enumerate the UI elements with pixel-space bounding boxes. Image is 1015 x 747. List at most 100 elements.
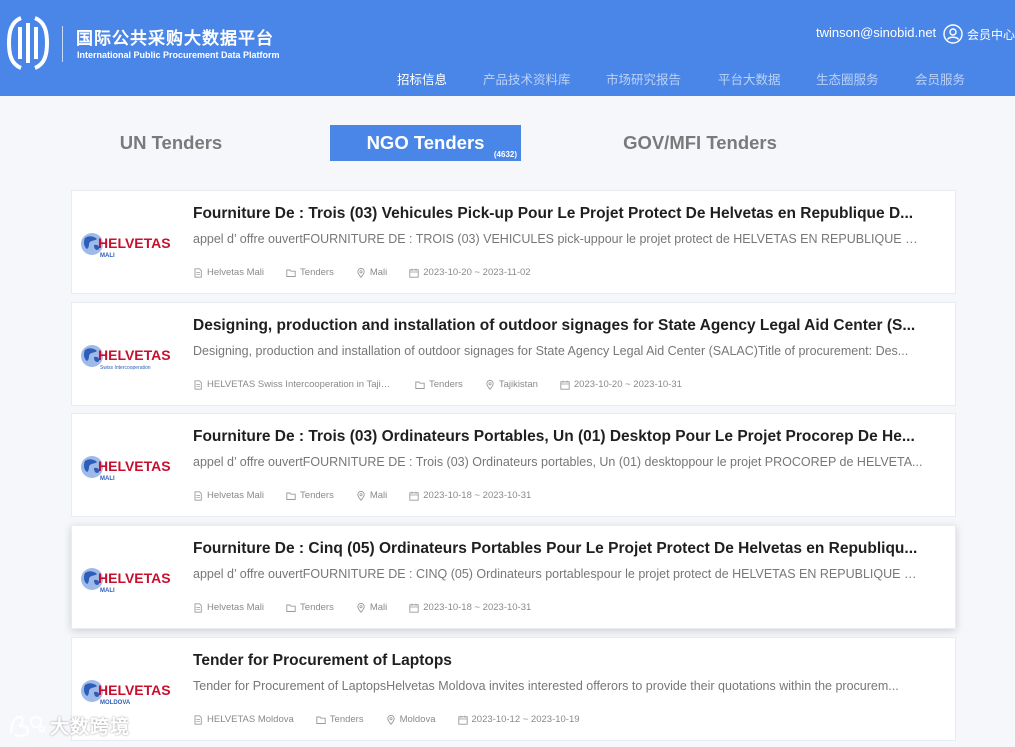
svg-text:MALI: MALI <box>100 253 115 259</box>
folder-icon <box>286 604 296 612</box>
tender-card[interactable]: HELVETAS MALI Fourniture De : Cinq (05) … <box>71 525 956 629</box>
tab-ngo-tenders[interactable]: NGO Tenders (4632) <box>330 125 521 161</box>
folder-icon <box>316 716 326 724</box>
svg-text:HELVETAS: HELVETAS <box>98 347 171 363</box>
meta-country: Mali <box>356 490 387 501</box>
document-icon <box>194 602 202 613</box>
tender-title[interactable]: Tender for Procurement of Laptops <box>193 652 923 670</box>
nav-tender-info[interactable]: 招标信息 <box>397 69 447 88</box>
location-pin-icon <box>357 602 365 613</box>
tab-ngo-count: (4632) <box>493 150 517 159</box>
svg-text:MOLDOVA: MOLDOVA <box>100 700 131 706</box>
tender-card[interactable]: HELVETAS MOLDOVA Tender for Procurement … <box>71 637 956 741</box>
nav-platform-bigdata[interactable]: 平台大数据 <box>718 69 781 88</box>
tender-meta: Helvetas Mali Tenders Mali 2023-10-20 ~ … <box>193 267 553 278</box>
meta-org-label: Helvetas Mali <box>207 267 265 278</box>
platform-title-en: International Public Procurement Data Pl… <box>77 50 280 60</box>
meta-dates-label: 2023-10-18 ~ 2023-10-31 <box>423 490 532 501</box>
meta-type-label: Tenders <box>300 490 334 501</box>
tender-card[interactable]: HELVETAS MALI Fourniture De : Trois (03)… <box>71 413 956 517</box>
location-pin-icon <box>486 379 494 390</box>
meta-dates: 2023-10-12 ~ 2023-10-19 <box>457 714 580 725</box>
nav-ecosystem-services[interactable]: 生态圈服务 <box>816 69 879 88</box>
meta-country: Mali <box>356 267 387 278</box>
location-pin-icon <box>357 490 365 501</box>
tender-description: Tender for Procurement of LaptopsHelveta… <box>193 679 899 693</box>
helvetas-logo-icon: HELVETAS MALI <box>81 568 171 594</box>
tender-card[interactable]: HELVETAS Swiss Intercooperation Designin… <box>71 302 956 406</box>
user-circle-icon <box>943 24 963 44</box>
helvetas-logo-icon: HELVETAS Swiss Intercooperation <box>81 345 171 371</box>
meta-dates-label: 2023-10-12 ~ 2023-10-19 <box>471 714 580 725</box>
tender-meta: HELVETAS Moldova Tenders Moldova 2023-10… <box>193 714 602 725</box>
meta-type: Tenders <box>286 267 334 278</box>
member-center-label: 会员中心 <box>967 27 1015 42</box>
meta-country: Tajikistan <box>485 379 538 390</box>
user-email[interactable]: twinson@sinobid.net <box>816 25 936 40</box>
tender-title[interactable]: Designing, production and installation o… <box>193 317 923 335</box>
platform-logo-icon[interactable] <box>5 14 51 72</box>
svg-text:HELVETAS: HELVETAS <box>98 458 171 474</box>
nav-product-tech-library[interactable]: 产品技术资料库 <box>483 69 571 88</box>
folder-icon <box>286 269 296 277</box>
svg-text:HELVETAS: HELVETAS <box>98 570 171 586</box>
meta-org-label: HELVETAS Swiss Intercooperation in Tajik… <box>207 379 393 390</box>
meta-org: HELVETAS Swiss Intercooperation in Tajik… <box>193 379 393 390</box>
meta-dates-label: 2023-10-20 ~ 2023-11-02 <box>423 267 531 278</box>
tab-gov-mfi-tenders[interactable]: GOV/MFI Tenders <box>590 125 810 161</box>
calendar-icon <box>409 603 419 613</box>
tender-card[interactable]: HELVETAS MALI Fourniture De : Trois (03)… <box>71 190 956 294</box>
meta-type: Tenders <box>286 602 334 613</box>
meta-dates-label: 2023-10-18 ~ 2023-10-31 <box>423 602 532 613</box>
meta-dates: 2023-10-18 ~ 2023-10-31 <box>409 602 531 613</box>
meta-country: Mali <box>356 602 387 613</box>
tender-title[interactable]: Fourniture De : Cinq (05) Ordinateurs Po… <box>193 540 923 558</box>
meta-type-label: Tenders <box>429 379 463 390</box>
meta-org-label: Helvetas Mali <box>207 490 265 501</box>
main-nav: 招标信息 产品技术资料库 市场研究报告 平台大数据 生态圈服务 会员服务 <box>0 69 1015 89</box>
calendar-icon <box>409 491 419 501</box>
meta-dates: 2023-10-18 ~ 2023-10-31 <box>409 490 531 501</box>
document-icon <box>194 379 202 390</box>
meta-country-label: Mali <box>369 602 388 613</box>
svg-text:MALI: MALI <box>100 588 115 594</box>
calendar-icon <box>457 715 468 725</box>
helvetas-logo-icon: HELVETAS MALI <box>81 233 171 259</box>
meta-country-label: Mali <box>369 490 388 501</box>
tender-meta: Helvetas Mali Tenders Mali 2023-10-18 ~ … <box>193 602 553 613</box>
watermark-logo-icon <box>9 715 46 737</box>
meta-type: Tenders <box>415 379 463 390</box>
top-header: 国际公共采购大数据平台 International Public Procure… <box>0 0 1015 96</box>
tender-description: appel d’ offre ouvertFOURNITURE DE : Tro… <box>193 455 923 469</box>
meta-org-label: HELVETAS Moldova <box>207 714 294 725</box>
nav-member-services[interactable]: 会员服务 <box>915 69 965 88</box>
watermark-text: 大数跨境 <box>50 716 131 738</box>
tender-title[interactable]: Fourniture De : Trois (03) Ordinateurs P… <box>193 428 923 446</box>
tender-title[interactable]: Fourniture De : Trois (03) Vehicules Pic… <box>193 205 923 223</box>
document-icon <box>194 714 202 725</box>
tender-description: Designing, production and installation o… <box>193 344 909 358</box>
meta-org: Helvetas Mali <box>193 490 264 501</box>
meta-org: Helvetas Mali <box>193 602 264 613</box>
tab-ngo-label: NGO Tenders <box>366 132 485 153</box>
org-logo: HELVETAS Swiss Intercooperation <box>74 339 180 375</box>
helvetas-logo-icon: HELVETAS MALI <box>81 456 171 482</box>
member-center-link[interactable]: 会员中心 <box>943 24 1015 44</box>
svg-text:HELVETAS: HELVETAS <box>98 235 171 251</box>
org-logo: HELVETAS MOLDOVA <box>74 674 180 710</box>
meta-org: HELVETAS Moldova <box>193 714 294 725</box>
watermark: 大数跨境 <box>8 712 130 739</box>
logo-divider <box>62 26 63 62</box>
location-pin-icon <box>386 714 395 725</box>
location-pin-icon <box>357 267 365 278</box>
svg-text:MALI: MALI <box>100 476 115 482</box>
meta-dates: 2023-10-20 ~ 2023-10-31 <box>560 379 682 390</box>
nav-market-research[interactable]: 市场研究报告 <box>606 69 681 88</box>
tender-description: appel d’ offre ouvertFOURNITURE DE : CIN… <box>193 567 923 581</box>
tender-description: appel d’ offre ouvertFOURNITURE DE : TRO… <box>193 232 923 246</box>
meta-org-label: Helvetas Mali <box>207 602 265 613</box>
folder-icon <box>415 381 425 389</box>
tender-meta: HELVETAS Swiss Intercooperation in Tajik… <box>193 379 704 390</box>
tab-un-tenders[interactable]: UN Tenders <box>71 125 271 161</box>
meta-type-label: Tenders <box>329 714 364 725</box>
